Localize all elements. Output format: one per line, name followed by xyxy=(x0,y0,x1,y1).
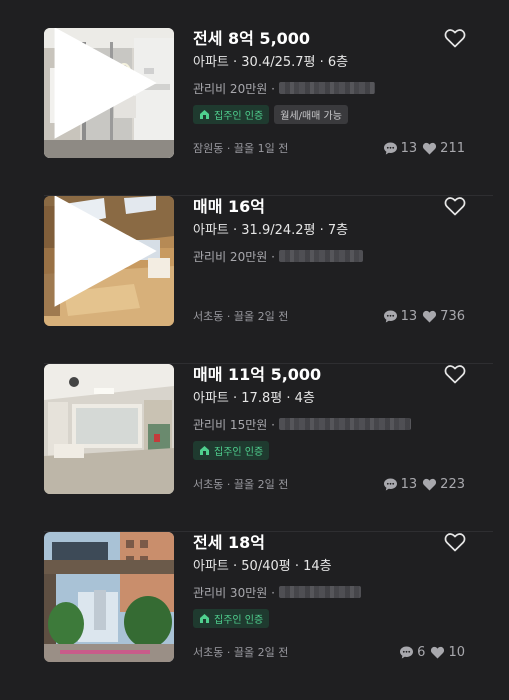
redacted-address xyxy=(278,82,375,94)
home-icon xyxy=(200,614,209,623)
favorite-button[interactable] xyxy=(444,532,466,552)
favorite-button[interactable] xyxy=(444,28,466,48)
listing-thumbnail[interactable] xyxy=(44,364,174,494)
listing-location-time: 서초동 · 끌올 2일 전 xyxy=(193,646,289,659)
comment-count: 13 xyxy=(400,308,418,324)
heart-outline-icon xyxy=(444,533,466,552)
maintenance-fee: 관리비 15만원 · xyxy=(193,417,275,432)
listing-stats: 6 10 xyxy=(399,643,465,661)
apartment-exterior-photo xyxy=(44,532,174,662)
listing-item[interactable]: 전세 18억 아파트 · 50/40평 · 14층 관리비 30만원 · 집주인… xyxy=(0,532,509,700)
owner-verified-badge: 집주인 인증 xyxy=(193,609,270,628)
comment-count: 13 xyxy=(400,476,418,492)
maintenance-fee: 관리비 20만원 · xyxy=(193,249,275,264)
living-room-photo xyxy=(44,364,174,494)
redacted-address xyxy=(278,250,363,262)
favorite-button[interactable] xyxy=(444,196,466,216)
play-icon xyxy=(54,196,157,307)
like-count: 223 xyxy=(440,476,465,492)
listing-spec: 아파트 · 30.4/25.7평 · 6층 xyxy=(193,55,349,70)
comment-count: 6 xyxy=(417,644,426,660)
heart-outline-icon xyxy=(444,29,466,48)
listing-stats: 13 223 xyxy=(383,475,465,493)
speech-bubble-icon xyxy=(383,142,397,154)
heart-filled-icon xyxy=(423,478,437,490)
listing-spec: 아파트 · 50/40평 · 14층 xyxy=(193,559,332,574)
listing-item[interactable]: 매매 11억 5,000 아파트 · 17.8평 · 4층 관리비 15만원 ·… xyxy=(0,364,509,532)
listing-location-time: 서초동 · 끌올 2일 전 xyxy=(193,478,289,491)
listing-spec: 아파트 · 31.9/24.2평 · 7층 xyxy=(193,223,349,238)
redacted-address xyxy=(278,418,411,430)
listing-item[interactable]: 매매 16억 아파트 · 31.9/24.2평 · 7층 관리비 20만원 · … xyxy=(0,196,509,364)
listing-price: 매매 16억 xyxy=(193,197,265,216)
listing-thumbnail[interactable] xyxy=(44,532,174,662)
owner-verified-label: 집주인 인증 xyxy=(214,615,264,626)
heart-outline-icon xyxy=(444,365,466,384)
listing-price: 전세 8억 5,000 xyxy=(193,29,311,48)
listing-stats: 13 211 xyxy=(383,139,465,157)
heart-filled-icon xyxy=(423,310,437,322)
owner-verified-badge: 집주인 인증 xyxy=(193,441,270,460)
comment-count: 13 xyxy=(400,140,418,156)
owner-verified-badge: 집주인 인증 xyxy=(193,105,270,124)
speech-bubble-icon xyxy=(400,646,414,658)
heart-filled-icon xyxy=(423,142,437,154)
listing-price: 전세 18억 xyxy=(193,533,265,552)
favorite-button[interactable] xyxy=(444,364,466,384)
owner-verified-label: 집주인 인증 xyxy=(214,111,264,122)
heart-outline-icon xyxy=(444,197,466,216)
play-icon xyxy=(54,28,157,139)
speech-bubble-icon xyxy=(383,478,397,490)
maintenance-fee: 관리비 20만원 · xyxy=(193,81,275,96)
like-count: 736 xyxy=(440,308,465,324)
home-icon xyxy=(200,110,209,119)
heart-filled-icon xyxy=(431,646,445,658)
redacted-address xyxy=(278,586,361,598)
listing-thumbnail[interactable] xyxy=(44,196,174,326)
listing-thumbnail[interactable] xyxy=(44,28,174,158)
listing-location-time: 서초동 · 끌올 2일 전 xyxy=(193,310,289,323)
speech-bubble-icon xyxy=(383,310,397,322)
owner-verified-label: 집주인 인증 xyxy=(214,447,264,458)
like-count: 211 xyxy=(440,140,465,156)
home-icon xyxy=(200,446,209,455)
listing-stats: 13 736 xyxy=(383,307,465,325)
like-count: 10 xyxy=(448,644,465,660)
listing-spec: 아파트 · 17.8평 · 4층 xyxy=(193,391,315,406)
listing-location-time: 잠원동 · 끌올 1일 전 xyxy=(193,142,289,155)
listing-price: 매매 11억 5,000 xyxy=(193,365,322,384)
listing-item[interactable]: 전세 8억 5,000 아파트 · 30.4/25.7평 · 6층 관리비 20… xyxy=(0,28,509,196)
maintenance-fee: 관리비 30만원 · xyxy=(193,585,275,600)
rent-sale-available-badge: 월세/매매 가능 xyxy=(274,105,348,124)
